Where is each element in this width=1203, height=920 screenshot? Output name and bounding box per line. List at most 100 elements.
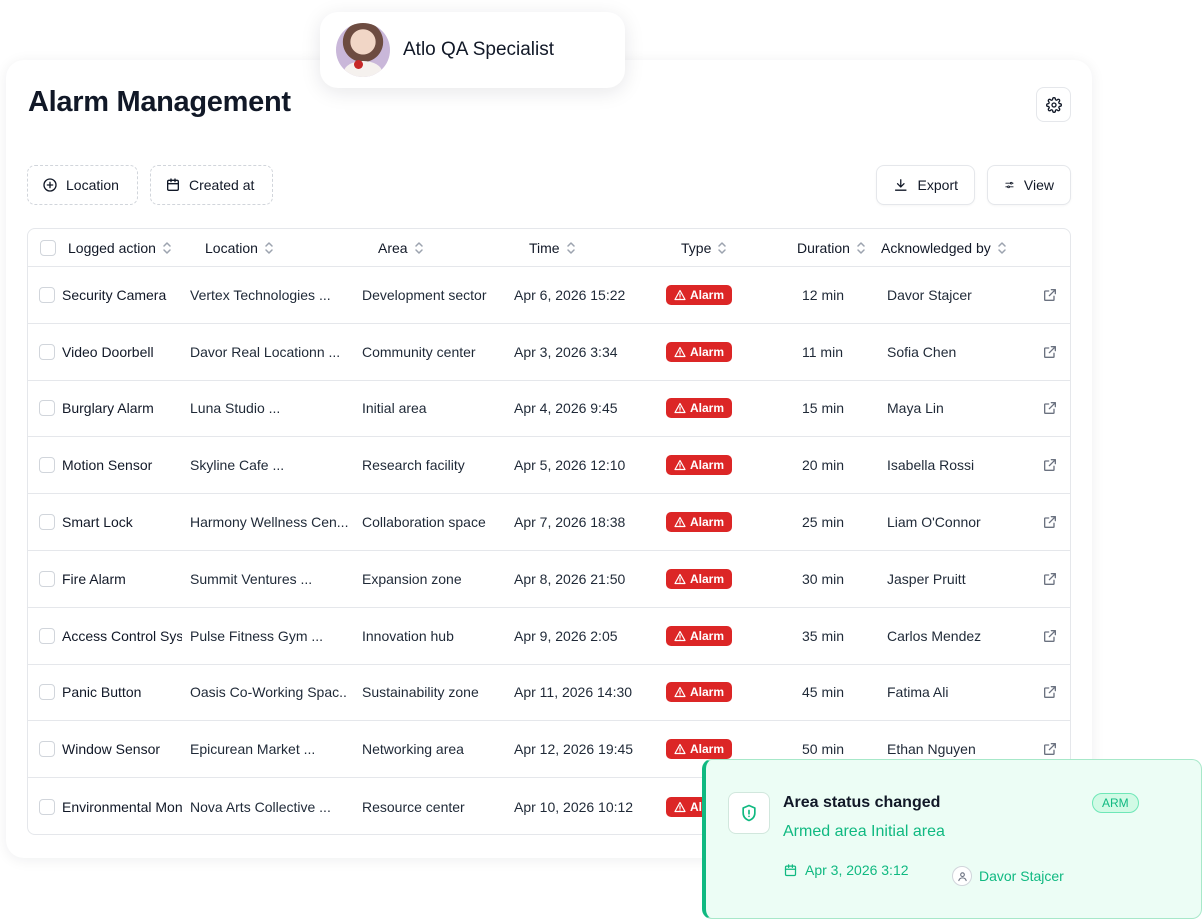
column-header-label: Time xyxy=(529,240,560,256)
cell-logged-action: Motion Sensor xyxy=(62,457,153,474)
row-checkbox[interactable] xyxy=(39,457,55,474)
cell-type: Alarm xyxy=(666,494,733,550)
row-checkbox[interactable] xyxy=(39,570,55,587)
sliders-icon xyxy=(1005,181,1014,189)
table-row[interactable]: Burglary Alarm Luna Studio ... Initial are… xyxy=(28,381,1070,438)
row-checkbox[interactable] xyxy=(39,514,55,531)
open-link-button[interactable] xyxy=(1042,437,1058,493)
row-checkbox[interactable] xyxy=(39,627,55,644)
sort-icon[interactable] xyxy=(856,241,866,255)
row-checkbox-cell xyxy=(39,267,55,323)
open-link-button[interactable] xyxy=(1042,608,1058,664)
open-link-button[interactable] xyxy=(1042,381,1058,437)
warning-triangle-icon xyxy=(674,687,686,698)
open-link-button[interactable] xyxy=(1042,551,1058,607)
cell-location: Epicurean Market ... xyxy=(190,741,316,758)
calendar-icon xyxy=(167,178,179,191)
external-link-icon xyxy=(1044,345,1056,358)
export-button[interactable]: Export xyxy=(876,165,975,205)
notification-toast[interactable]: Area status changed ARM Armed area Initi… xyxy=(702,759,1202,919)
warning-triangle-icon xyxy=(674,573,686,584)
cell-acknowledged-by: Carlos Mendez xyxy=(887,627,982,644)
cell-area: Collaboration space xyxy=(362,514,486,531)
column-header-label: Duration xyxy=(797,240,850,256)
view-button[interactable]: View xyxy=(987,165,1071,205)
location-filter-label: Location xyxy=(66,177,119,193)
table-row[interactable]: Fire Alarm Summit Ventures ... Expansion z… xyxy=(28,551,1070,608)
cell-location: Oasis Co-Working Spac... xyxy=(190,684,348,701)
row-checkbox[interactable] xyxy=(39,684,55,701)
column-header-label: Logged action xyxy=(68,240,156,256)
external-link-icon xyxy=(1044,402,1056,415)
cell-time: Apr 11, 2026 14:30 xyxy=(514,684,633,701)
cell-location: Nova Arts Collective ... xyxy=(190,798,331,815)
cell-logged-action: Environmental Monitor xyxy=(62,798,182,815)
column-header-location[interactable]: Location xyxy=(205,229,274,267)
cell-area: Innovation hub xyxy=(362,627,454,644)
sort-icon[interactable] xyxy=(162,241,172,255)
cell-type: Alarm xyxy=(666,551,733,607)
created-at-filter-button[interactable]: Created at xyxy=(150,165,273,205)
cell-area: Sustainability zone xyxy=(362,684,479,701)
select-all-checkbox[interactable] xyxy=(40,240,56,256)
table-row[interactable]: Video Doorbell Davor Real Locationn ... Co… xyxy=(28,324,1070,381)
column-header-time[interactable]: Time xyxy=(529,229,576,267)
settings-button[interactable] xyxy=(1036,87,1071,122)
cell-time: Apr 7, 2026 18:38 xyxy=(514,514,626,531)
table-row[interactable]: Access Control System Pulse Fitness Gym .… xyxy=(28,608,1070,665)
column-header-logged-action[interactable]: Logged action xyxy=(68,229,172,267)
cell-time: Apr 12, 2026 19:45 xyxy=(514,741,634,758)
alarm-type-label: Alarm xyxy=(690,571,725,586)
alarm-type-label: Alarm xyxy=(690,458,725,473)
column-header-acknowledged-by[interactable]: Acknowledged by xyxy=(881,229,1007,267)
sort-icon[interactable] xyxy=(414,241,424,255)
cell-type: Alarm xyxy=(666,437,733,493)
alarm-type-label: Alarm xyxy=(690,685,725,700)
cell-duration: 11 min xyxy=(802,343,843,360)
location-filter-button[interactable]: Location xyxy=(27,165,138,205)
table-row[interactable]: Security Camera Vertex Technologies ... De… xyxy=(28,267,1070,324)
sort-icon[interactable] xyxy=(997,241,1007,255)
table-row[interactable]: Motion Sensor Skyline Cafe ... Research fa… xyxy=(28,437,1070,495)
cell-type: Alarm xyxy=(666,267,733,323)
row-checkbox[interactable] xyxy=(39,400,55,417)
cell-location: Pulse Fitness Gym ... xyxy=(190,627,324,644)
sort-icon[interactable] xyxy=(717,241,727,255)
cell-duration: 12 min xyxy=(802,286,845,303)
calendar-icon xyxy=(784,863,797,876)
cell-time: Apr 6, 2026 15:22 xyxy=(514,286,626,303)
column-header-duration[interactable]: Duration xyxy=(797,229,866,267)
external-link-icon xyxy=(1044,629,1056,642)
table-row[interactable]: Panic Button Oasis Co-Working Spac... Sust… xyxy=(28,665,1070,722)
row-checkbox-cell xyxy=(39,778,55,834)
row-checkbox[interactable] xyxy=(39,741,55,758)
cell-area: Resource center xyxy=(362,798,465,815)
warning-triangle-icon xyxy=(674,403,686,414)
warning-triangle-icon xyxy=(674,630,686,641)
open-link-button[interactable] xyxy=(1042,267,1058,323)
sort-icon[interactable] xyxy=(264,241,274,255)
open-link-button[interactable] xyxy=(1042,324,1058,380)
row-checkbox[interactable] xyxy=(39,286,55,303)
row-checkbox[interactable] xyxy=(39,798,55,815)
column-header-area[interactable]: Area xyxy=(378,229,424,267)
cell-time: Apr 10, 2026 10:12 xyxy=(514,798,634,815)
open-link-button[interactable] xyxy=(1042,665,1058,721)
cell-time: Apr 5, 2026 12:10 xyxy=(514,457,626,474)
table-row[interactable]: Smart Lock Harmony Wellness Cen... Collabo… xyxy=(28,494,1070,551)
row-checkbox-cell xyxy=(39,608,55,664)
sort-icon[interactable] xyxy=(566,241,576,255)
column-header-type[interactable]: Type xyxy=(681,229,727,267)
user-chip[interactable]: Atlo QA Specialist xyxy=(320,12,625,88)
select-all-cell xyxy=(40,229,56,267)
warning-triangle-icon xyxy=(674,516,686,528)
cell-duration: 35 min xyxy=(802,627,845,644)
row-checkbox[interactable] xyxy=(39,343,55,360)
cell-duration: 30 min xyxy=(802,570,845,587)
open-link-button[interactable] xyxy=(1042,494,1058,550)
user-avatar-icon xyxy=(952,866,972,886)
alarm-type-badge: Alarm xyxy=(666,739,733,760)
toast-date: Apr 3, 2026 3:12 xyxy=(783,862,909,878)
warning-triangle-icon xyxy=(674,744,686,755)
cell-logged-action: Access Control System xyxy=(62,627,182,644)
